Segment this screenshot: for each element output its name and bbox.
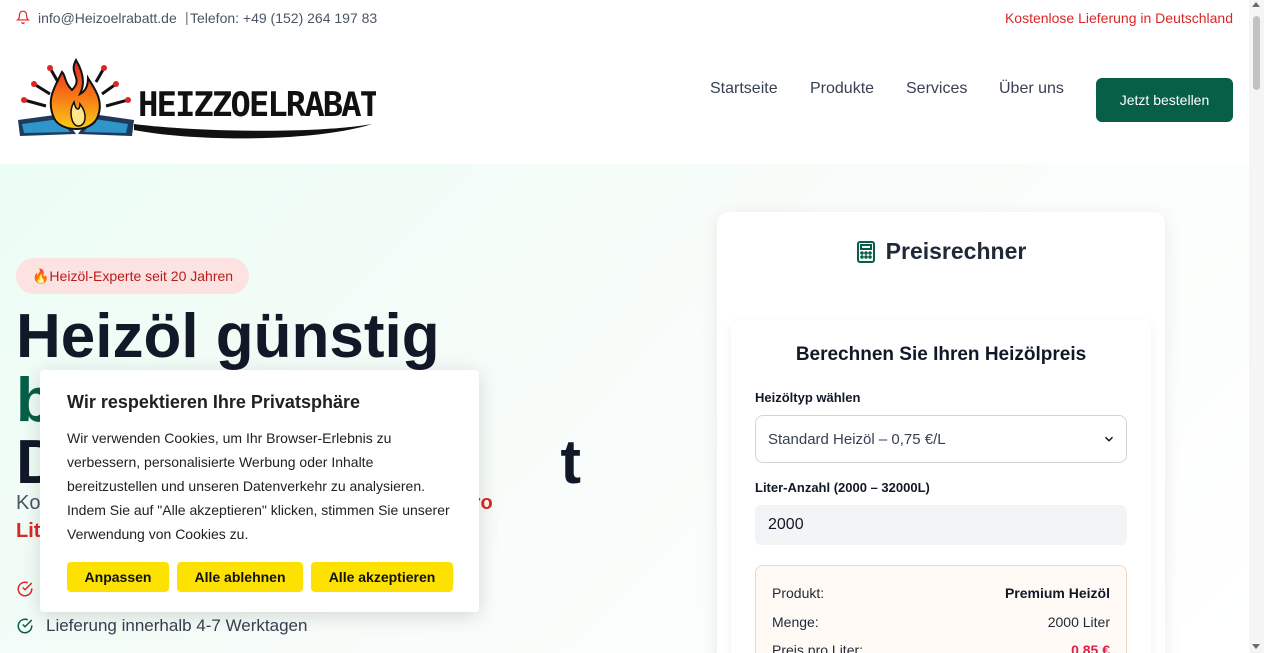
check-circle-icon (17, 581, 33, 597)
liters-input[interactable]: 2000 (755, 505, 1127, 545)
oil-type-label: Heizöltyp wählen (755, 390, 861, 405)
nav-startseite[interactable]: Startseite (710, 80, 778, 98)
scroll-up-arrow-icon[interactable] (1252, 2, 1260, 7)
summary-label: Produkt: (772, 585, 825, 601)
check-circle-icon (17, 618, 33, 634)
calculator-title: Preisrechner (885, 238, 1027, 264)
experience-badge: 🔥Heizöl-Experte seit 20 Jahren (16, 258, 250, 294)
summary-row-product: Produkt: Premium Heizöl (772, 585, 1110, 601)
site-logo[interactable]: HEIZZOELRABATT.DE (16, 54, 376, 142)
calculator-form: Berechnen Sie Ihren Heizölpreis Heizölty… (731, 320, 1151, 653)
feature-item: Lieferung innerhalb 4-7 Werktagen (16, 616, 307, 636)
liters-label: Liter-Anzahl (2000 – 32000L) (755, 480, 930, 495)
scrollbar-thumb[interactable] (1253, 16, 1260, 90)
summary-label: Menge: (772, 614, 819, 630)
hero-headline-line1: Heizöl günstig (16, 302, 440, 371)
summary-value: Premium Heizöl (1004, 585, 1110, 601)
scroll-down-arrow-icon[interactable] (1252, 644, 1260, 649)
cookie-accept-all-button[interactable]: Alle akzeptieren (311, 562, 453, 592)
nav-produkte[interactable]: Produkte (810, 80, 874, 98)
price-calculator-card: Preisrechner Berechnen Sie Ihren Heizölp… (717, 212, 1165, 653)
contact-phone[interactable]: Telefon: +49 (152) 264 197 83 (190, 10, 377, 26)
cookie-text: Wir verwenden Cookies, um Ihr Browser-Er… (67, 430, 450, 542)
summary-row-price: Preis pro Liter: 0,85 € (772, 642, 1110, 653)
calculator-icon (856, 240, 875, 263)
cookie-consent-dialog: Wir respektieren Ihre Privatsphäre Wir v… (40, 370, 479, 612)
logo-text: HEIZZOELRABATT.DE (138, 85, 376, 125)
site-header: HEIZZOELRABATT.DE Startseite Produkte Se… (0, 36, 1249, 164)
page-scrollbar[interactable] (1249, 0, 1264, 653)
summary-value: 0,85 € (1071, 642, 1110, 653)
hero-subtext-start: Ko (16, 492, 41, 514)
nav-ueber-uns[interactable]: Über uns (999, 80, 1064, 98)
price-summary: Produkt: Premium Heizöl Menge: 2000 Lite… (755, 565, 1127, 653)
summary-label: Preis pro Liter: (772, 642, 864, 653)
delivery-notice: Kostenlose Lieferung in Deutschland (1004, 10, 1233, 26)
summary-row-quantity: Menge: 2000 Liter (772, 614, 1110, 630)
contact-email[interactable]: info@Heizoelrabatt.de (38, 10, 177, 26)
hero-subtext-line2: Lit (16, 520, 41, 542)
oil-type-select[interactable]: Standard Heizöl – 0,75 €/L (755, 415, 1127, 463)
top-info-bar: info@Heizoelrabatt.de | Telefon: +49 (15… (0, 0, 1249, 36)
bell-icon (16, 10, 30, 24)
cookie-reject-all-button[interactable]: Alle ablehnen (177, 562, 303, 592)
feature-text: Lieferung innerhalb 4-7 Werktagen (46, 616, 308, 635)
oil-type-selected-value: Standard Heizöl – 0,75 €/L (768, 430, 946, 448)
nav-services[interactable]: Services (906, 80, 967, 98)
order-now-button[interactable]: Jetzt bestellen (1096, 78, 1233, 122)
cookie-title: Wir respektieren Ihre Privatsphäre (67, 392, 360, 412)
summary-value: 2000 Liter (1047, 614, 1110, 630)
calculator-heading: Preisrechner (717, 238, 1165, 265)
chevron-down-icon (1104, 436, 1114, 442)
calculator-form-title: Berechnen Sie Ihren Heizölpreis (795, 344, 1087, 365)
cookie-customize-button[interactable]: Anpassen (67, 562, 169, 592)
topbar-separator: | (185, 9, 189, 25)
